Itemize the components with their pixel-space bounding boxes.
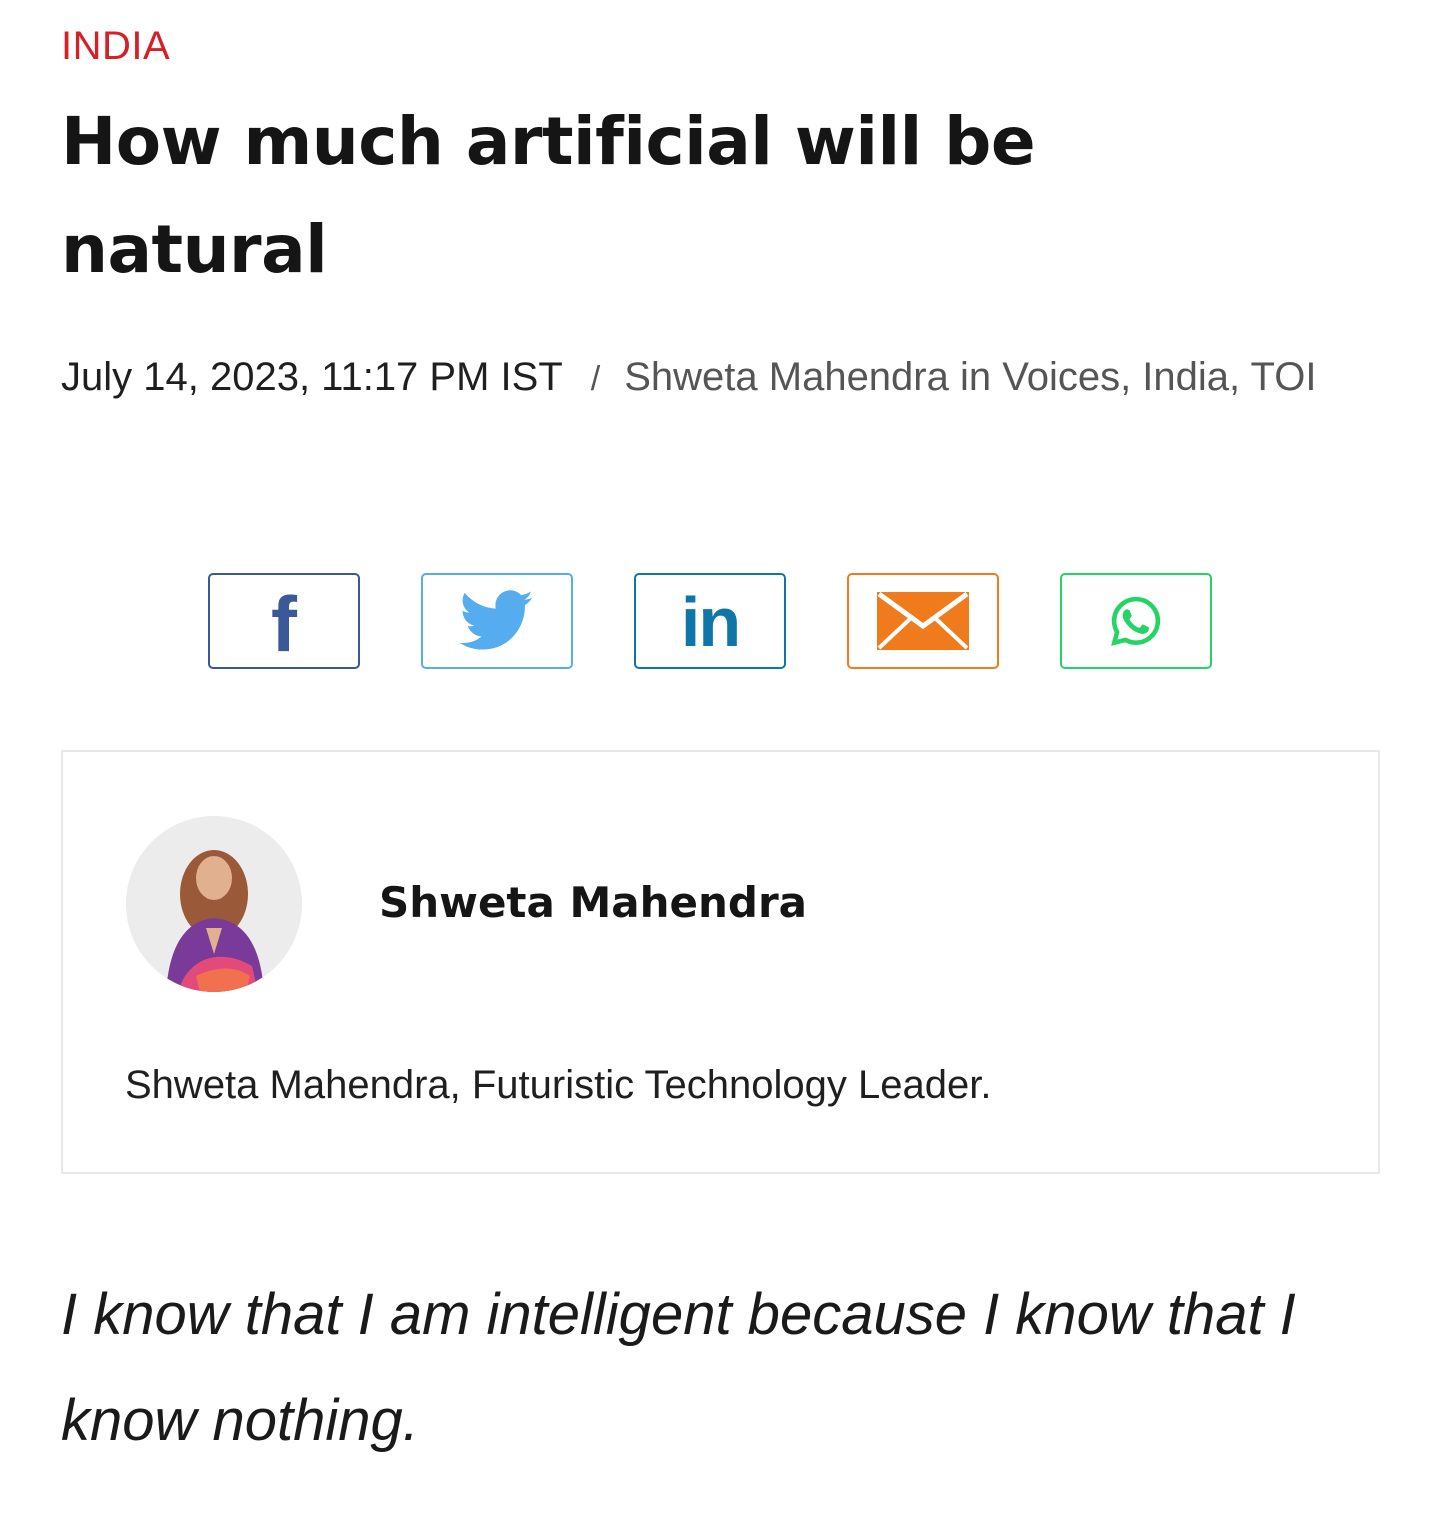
- author-avatar[interactable]: [126, 816, 302, 992]
- article-headline: How much artificial will be natural: [61, 103, 1036, 288]
- opening-quote: I know that I am intelligent because I k…: [61, 1282, 1296, 1453]
- category-link[interactable]: INDIA: [61, 22, 170, 70]
- author-card: Shweta Mahendra Shweta Mahendra, Futuris…: [61, 750, 1380, 1174]
- byline-link[interactable]: Shweta Mahendra in Voices, India, TOI: [624, 355, 1316, 399]
- email-icon: [877, 591, 969, 650]
- article-meta: July 14, 2023, 11:17 PM IST / Shweta Mahen…: [61, 335, 1381, 421]
- meta-separator: /: [590, 360, 601, 398]
- share-bar: f in: [208, 573, 1212, 669]
- author-photo: [126, 816, 302, 992]
- linkedin-icon: in: [680, 583, 741, 661]
- facebook-share-button[interactable]: f: [208, 573, 360, 669]
- twitter-icon: [459, 590, 533, 650]
- whatsapp-share-button[interactable]: [1060, 573, 1212, 669]
- author-name[interactable]: Shweta Mahendra: [379, 878, 807, 928]
- twitter-share-button[interactable]: [421, 573, 573, 669]
- author-bio: Shweta Mahendra, Futuristic Technology L…: [125, 1063, 992, 1107]
- email-share-button[interactable]: [847, 573, 999, 669]
- linkedin-share-button[interactable]: in: [634, 573, 786, 669]
- publish-datetime: July 14, 2023, 11:17 PM IST: [61, 355, 563, 399]
- facebook-icon: f: [271, 580, 297, 668]
- whatsapp-icon: [1111, 596, 1161, 646]
